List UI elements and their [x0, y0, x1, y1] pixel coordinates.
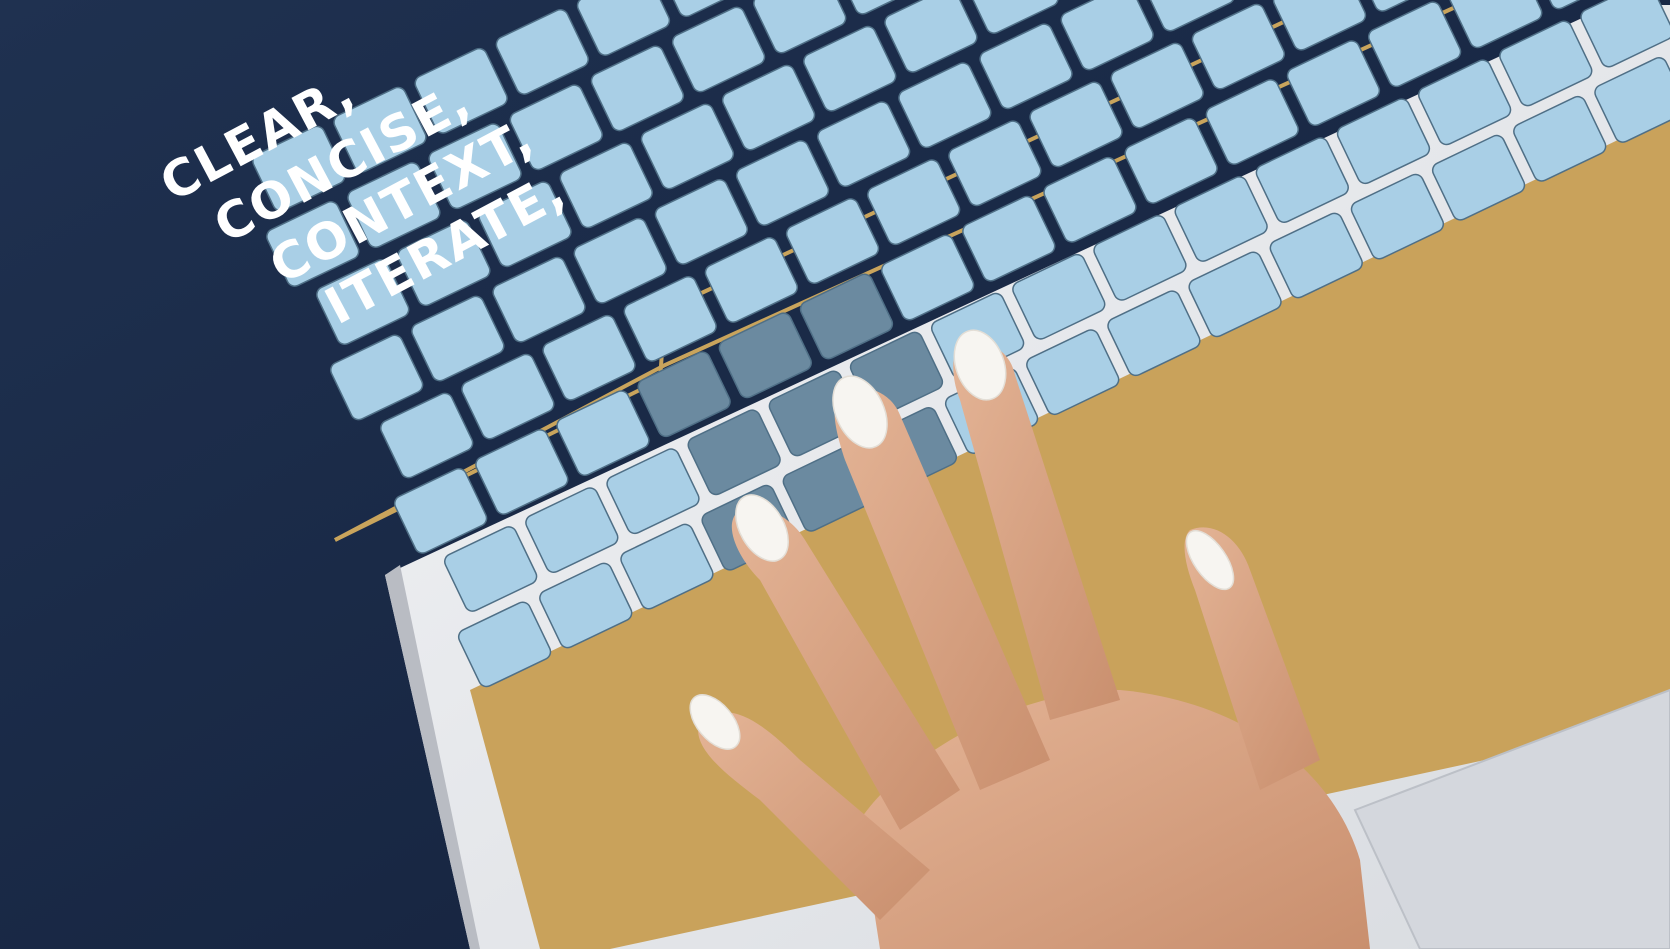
- photo-scene: CLEAR, CONCISE, CONTEXT, ITERATE,: [0, 0, 1670, 949]
